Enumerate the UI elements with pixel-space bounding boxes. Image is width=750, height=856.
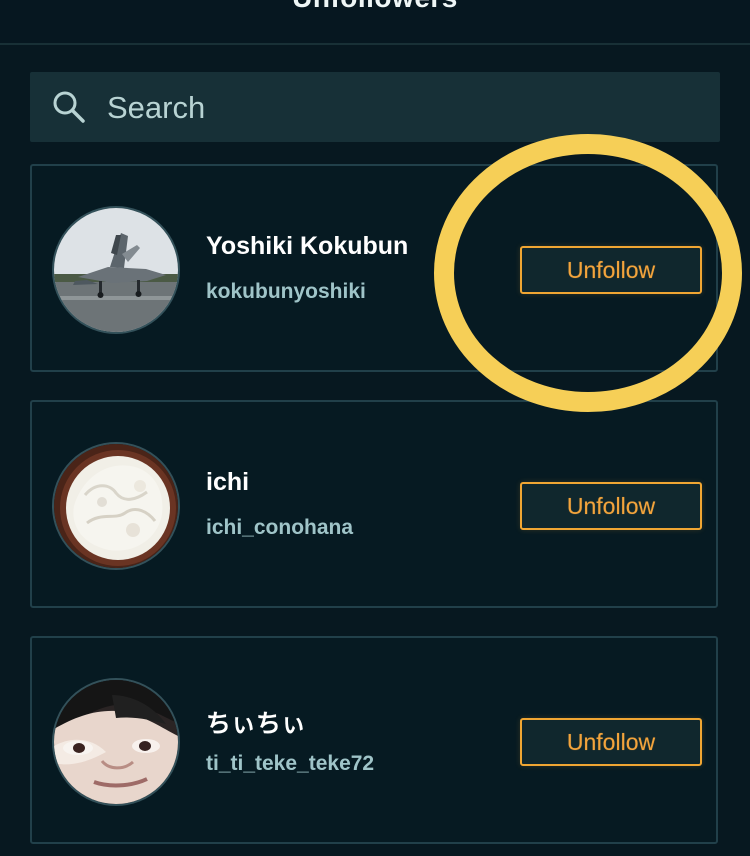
search-icon <box>53 91 85 123</box>
user-display-name: ichi <box>206 468 250 496</box>
user-handle: kokubunyoshiki <box>206 280 366 303</box>
unfollow-button[interactable]: Unfollow <box>520 246 702 294</box>
unfollow-button[interactable]: Unfollow <box>520 718 702 766</box>
user-handle: ichi_conohana <box>206 516 354 539</box>
unfollow-button[interactable]: Unfollow <box>520 482 702 530</box>
user-card-chii-chii: ちぃちぃ ti_ti_teke_teke72 Unfollow <box>30 636 718 844</box>
search-bar[interactable] <box>30 72 720 142</box>
user-handle: ti_ti_teke_teke72 <box>206 752 375 775</box>
search-input[interactable] <box>105 84 669 132</box>
user-display-name: ちぃちぃ <box>206 709 307 738</box>
user-display-name: Yoshiki Kokubun <box>206 232 409 260</box>
rice-bowl-avatar[interactable] <box>52 442 180 570</box>
user-card-yoshiki-kokubun: Yoshiki Kokubun kokubunyoshiki Unfollow <box>30 164 718 372</box>
app-header: ‹ Unfollowers <box>0 0 750 45</box>
user-card-ichi: ichi ichi_conohana Unfollow <box>30 400 718 608</box>
unfollowers-screen: ‹ Unfollowers <box>0 0 750 856</box>
page-title: Unfollowers <box>0 0 750 14</box>
face-portrait-avatar[interactable] <box>52 678 180 806</box>
jet-photo-avatar[interactable] <box>52 206 180 334</box>
